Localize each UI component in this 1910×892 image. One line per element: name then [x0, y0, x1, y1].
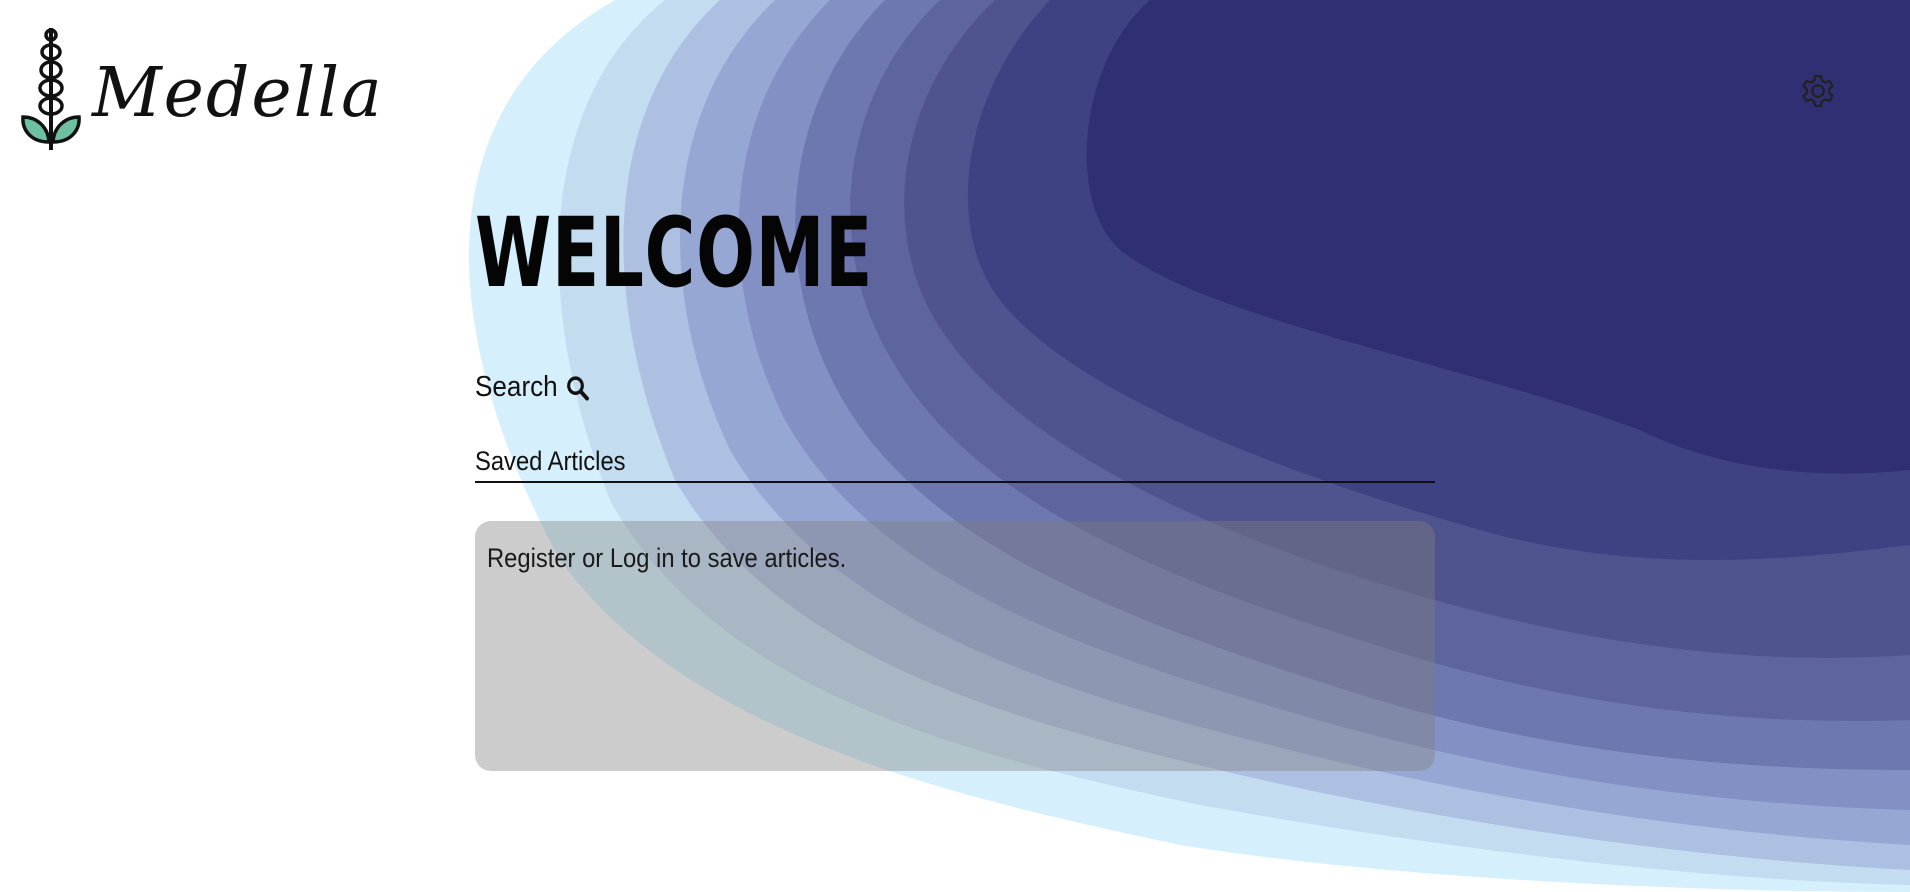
- saved-articles-label: Saved Articles: [475, 446, 626, 476]
- brand-name: Medella: [92, 53, 384, 133]
- register-link[interactable]: Register: [487, 543, 575, 573]
- message-or-text: or: [575, 543, 610, 573]
- saved-articles-heading: Saved Articles: [475, 446, 1435, 483]
- main-content: WELCOME Search Saved Articles Register o…: [475, 205, 1435, 771]
- message-suffix-text: to save articles.: [674, 543, 847, 573]
- search-label: Search: [475, 371, 558, 403]
- search-icon: [567, 375, 589, 401]
- search-link[interactable]: Search: [475, 371, 590, 404]
- saved-articles-panel: Register or Log in to save articles.: [475, 521, 1435, 771]
- gear-icon[interactable]: [1797, 70, 1839, 112]
- saved-articles-message: Register or Log in to save articles.: [487, 543, 846, 574]
- lavender-sprig-icon: [21, 28, 81, 150]
- brand-logo[interactable]: Medella: [20, 24, 384, 154]
- page-title: WELCOME: [475, 197, 874, 309]
- login-link[interactable]: Log in: [610, 543, 675, 573]
